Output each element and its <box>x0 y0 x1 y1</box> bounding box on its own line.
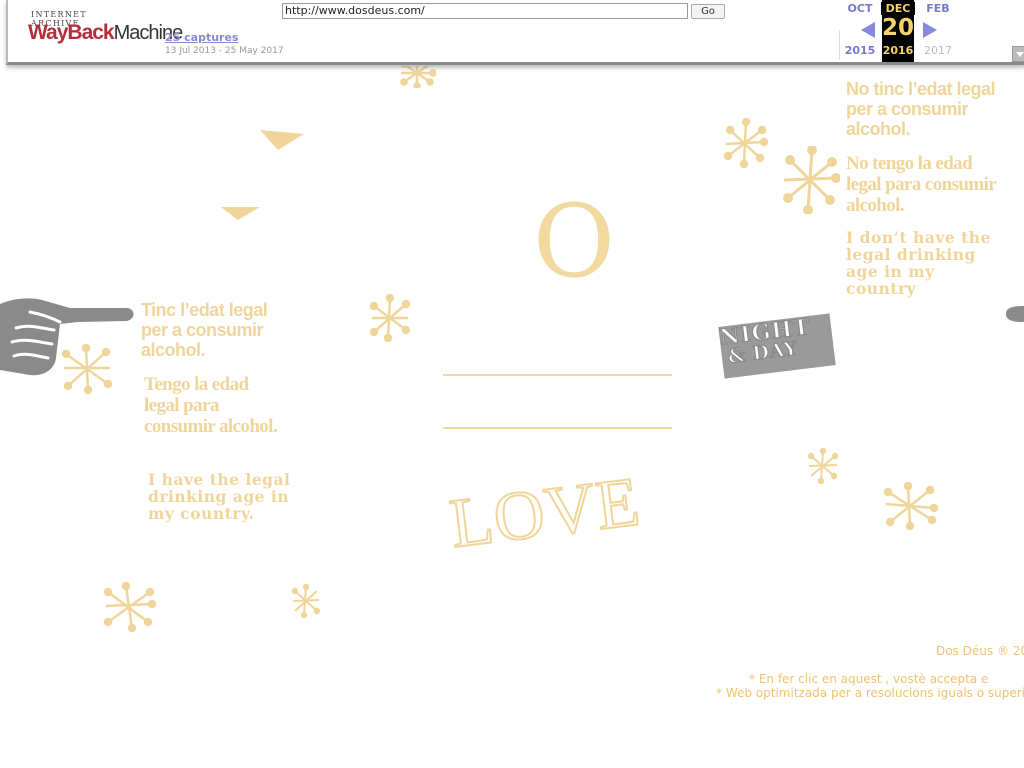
terms-text: * En fer clic en aquest , vostè accepta … <box>749 672 989 686</box>
current-day: 20 <box>882 15 915 41</box>
age-deny-spanish-link[interactable]: No tengo la edad legal para consumir alc… <box>846 153 1006 217</box>
wayback-logo[interactable]: INTERNET ARCHIVE WayBackMachine <box>28 10 183 48</box>
captures-link[interactable]: 25 captures <box>165 31 238 44</box>
starburst-icon <box>291 584 321 618</box>
starburst-icon <box>807 448 839 484</box>
logo-letter-o: O <box>533 183 615 300</box>
age-deny-catalan-link[interactable]: No tinc l’edat legal per a consumir alco… <box>846 79 1006 139</box>
go-button[interactable]: Go <box>691 4 725 19</box>
age-confirm-catalan-link[interactable]: Tinc l’edat legal per a consumir alcohol… <box>141 300 291 360</box>
wayback-toolbar: INTERNET ARCHIVE WayBackMachine http://w… <box>0 0 1024 66</box>
love-logo: LOVE <box>445 462 646 564</box>
capture-date-range: 13 Jul 2013 - 25 May 2017 <box>165 46 284 56</box>
resolution-notice: * Web optimitzada per a resolucions igua… <box>716 686 1024 700</box>
year-next: 2017 <box>924 44 952 57</box>
copyright-text: Dos Déus ® 20 <box>936 644 1024 658</box>
starburst-icon <box>883 482 938 530</box>
toolbar-expand-icon[interactable] <box>1012 46 1024 62</box>
divider-line <box>443 427 672 429</box>
divider-line <box>443 374 672 376</box>
starburst-icon <box>783 146 840 214</box>
night-and-day-logo: NIGHT & DAY <box>717 313 836 379</box>
starburst-icon <box>369 294 411 342</box>
triangle-shape <box>221 207 260 220</box>
month-prev-link[interactable]: OCT <box>843 2 877 15</box>
prev-capture-arrow-icon[interactable] <box>861 22 875 38</box>
wayback-logo-way: WayBack <box>28 21 115 44</box>
starburst-icon <box>723 118 768 168</box>
pointing-hand-right-icon[interactable] <box>0 298 138 378</box>
year-prev-link[interactable]: 2015 <box>843 44 877 57</box>
wayback-calendar: OCT DEC FEB 20 2015 2016 2017 <box>837 0 952 62</box>
next-capture-arrow-icon[interactable] <box>923 22 937 38</box>
age-deny-english-link[interactable]: I don’t have the legal drinking age in m… <box>846 229 1006 297</box>
starburst-icon <box>103 582 156 632</box>
month-current: DEC <box>881 2 915 15</box>
wayback-logo-word: WayBackMachine <box>28 21 183 45</box>
age-confirm-spanish-link[interactable]: Tengo la edad legal para consumir alcoho… <box>144 374 279 438</box>
wayback-url-input[interactable]: http://www.dosdeus.com/ <box>282 3 688 19</box>
pointing-hand-left-icon[interactable] <box>1004 305 1024 323</box>
wayback-toolbar-frame: INTERNET ARCHIVE WayBackMachine http://w… <box>6 0 1024 65</box>
triangle-shape <box>260 130 304 150</box>
month-next-link[interactable]: FEB <box>921 2 955 15</box>
age-confirm-english-link[interactable]: I have the legal drinking age in my coun… <box>148 471 298 522</box>
year-current: 2016 <box>882 44 914 57</box>
